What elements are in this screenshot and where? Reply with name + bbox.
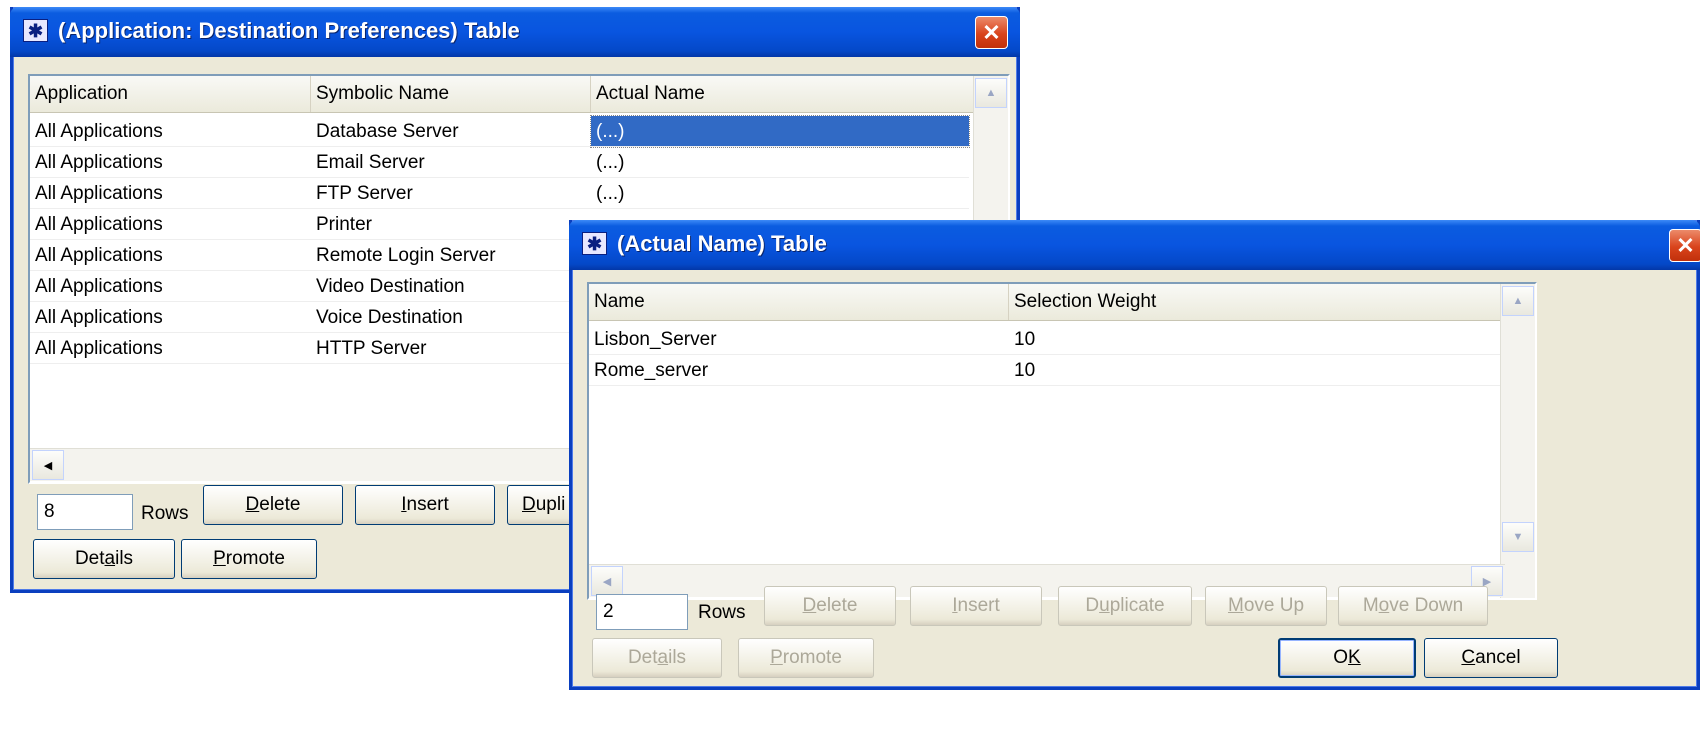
- column-header-application[interactable]: Application: [30, 76, 311, 112]
- cell-name[interactable]: Lisbon_Server: [589, 324, 1009, 355]
- vertical-scrollbar[interactable]: ▲ ▼: [1500, 284, 1535, 598]
- cell-actual-name[interactable]: (...): [591, 147, 969, 178]
- scroll-left-arrow-icon[interactable]: ◀: [591, 566, 623, 596]
- delete-button[interactable]: Delete: [203, 485, 343, 525]
- duplicate-button[interactable]: Dupli: [507, 485, 577, 525]
- close-button[interactable]: ✕: [975, 16, 1008, 49]
- cell-symbolic-name[interactable]: Database Server: [311, 116, 591, 147]
- cell-symbolic-name[interactable]: Remote Login Server: [311, 240, 591, 271]
- cell-symbolic-name[interactable]: Printer: [311, 209, 591, 240]
- move-up-button[interactable]: Move Up: [1205, 586, 1327, 626]
- column-header-symbolic-name[interactable]: Symbolic Name: [311, 76, 591, 112]
- move-down-button[interactable]: Mo ve Down: [1338, 586, 1488, 626]
- duplicate-button[interactable]: Du plicate: [1058, 586, 1192, 626]
- title-bar[interactable]: ✱ (Actual Name) Table ✕: [569, 220, 1700, 270]
- cell-actual-name[interactable]: (...): [591, 178, 969, 209]
- column-header-actual-name[interactable]: Actual Name: [591, 76, 971, 112]
- insert-button[interactable]: Insert: [910, 586, 1042, 626]
- table-header: Application Symbolic Name Actual Name: [30, 76, 1008, 113]
- title-bar[interactable]: ✱ (Application: Destination Preferences)…: [10, 7, 1020, 57]
- scroll-up-arrow-icon[interactable]: ▲: [975, 78, 1007, 108]
- rows-label: Rows: [141, 503, 189, 524]
- promote-button[interactable]: Promote: [181, 539, 317, 579]
- cell-application[interactable]: All Applications: [30, 209, 311, 240]
- table-header: Name Selection Weight: [589, 284, 1535, 321]
- cell-selection-weight[interactable]: 10: [1009, 355, 1505, 386]
- close-button[interactable]: ✕: [1669, 229, 1700, 262]
- scroll-left-arrow-icon[interactable]: ◀: [32, 450, 64, 480]
- window-title: (Application: Destination Preferences) T…: [58, 18, 520, 43]
- cell-symbolic-name[interactable]: Voice Destination: [311, 302, 591, 333]
- cell-application[interactable]: All Applications: [30, 116, 311, 147]
- details-button[interactable]: Det a ils: [33, 539, 175, 579]
- window-app-icon: ✱: [23, 19, 48, 42]
- rows-label: Rows: [698, 602, 746, 623]
- cell-application[interactable]: All Applications: [30, 333, 311, 364]
- table-row[interactable]: All Applications Database Server (...): [30, 115, 975, 148]
- actual-name-table: Name Selection Weight Lisbon_Server 10 R…: [587, 282, 1537, 600]
- insert-button[interactable]: Insert: [355, 485, 495, 525]
- cell-application[interactable]: All Applications: [30, 147, 311, 178]
- cell-symbolic-name[interactable]: HTTP Server: [311, 333, 591, 364]
- cell-application[interactable]: All Applications: [30, 240, 311, 271]
- cancel-button[interactable]: Cancel: [1424, 638, 1558, 678]
- ok-button[interactable]: OK: [1278, 638, 1416, 678]
- cell-symbolic-name[interactable]: Video Destination: [311, 271, 591, 302]
- column-header-name[interactable]: Name: [589, 284, 1009, 320]
- scroll-up-arrow-icon[interactable]: ▲: [1502, 286, 1534, 316]
- cell-application[interactable]: All Applications: [30, 271, 311, 302]
- rows-count-input[interactable]: 8: [37, 494, 133, 530]
- delete-button[interactable]: Delete: [764, 586, 896, 626]
- actual-name-window: ✱ (Actual Name) Table ✕ Name Selection W…: [569, 220, 1700, 690]
- table-row[interactable]: Rome_server 10: [589, 355, 1505, 386]
- table-row[interactable]: Lisbon_Server 10: [589, 324, 1505, 355]
- cell-selection-weight[interactable]: 10: [1009, 324, 1505, 355]
- column-header-selection-weight[interactable]: Selection Weight: [1009, 284, 1505, 320]
- cell-symbolic-name[interactable]: Email Server: [311, 147, 591, 178]
- rows-count-input[interactable]: 2: [596, 594, 688, 630]
- cell-symbolic-name[interactable]: FTP Server: [311, 178, 591, 209]
- promote-button[interactable]: Promote: [738, 638, 874, 678]
- cell-application[interactable]: All Applications: [30, 178, 311, 209]
- scroll-down-arrow-icon[interactable]: ▼: [1502, 522, 1534, 552]
- cell-name[interactable]: Rome_server: [589, 355, 1009, 386]
- window-title: (Actual Name) Table: [617, 231, 827, 256]
- table-row[interactable]: All Applications Email Server (...): [30, 147, 975, 178]
- window-app-icon: ✱: [582, 232, 607, 255]
- cell-actual-name[interactable]: (...): [590, 115, 970, 148]
- table-row[interactable]: All Applications FTP Server (...): [30, 178, 975, 209]
- cell-application[interactable]: All Applications: [30, 302, 311, 333]
- details-button[interactable]: Det a ils: [592, 638, 722, 678]
